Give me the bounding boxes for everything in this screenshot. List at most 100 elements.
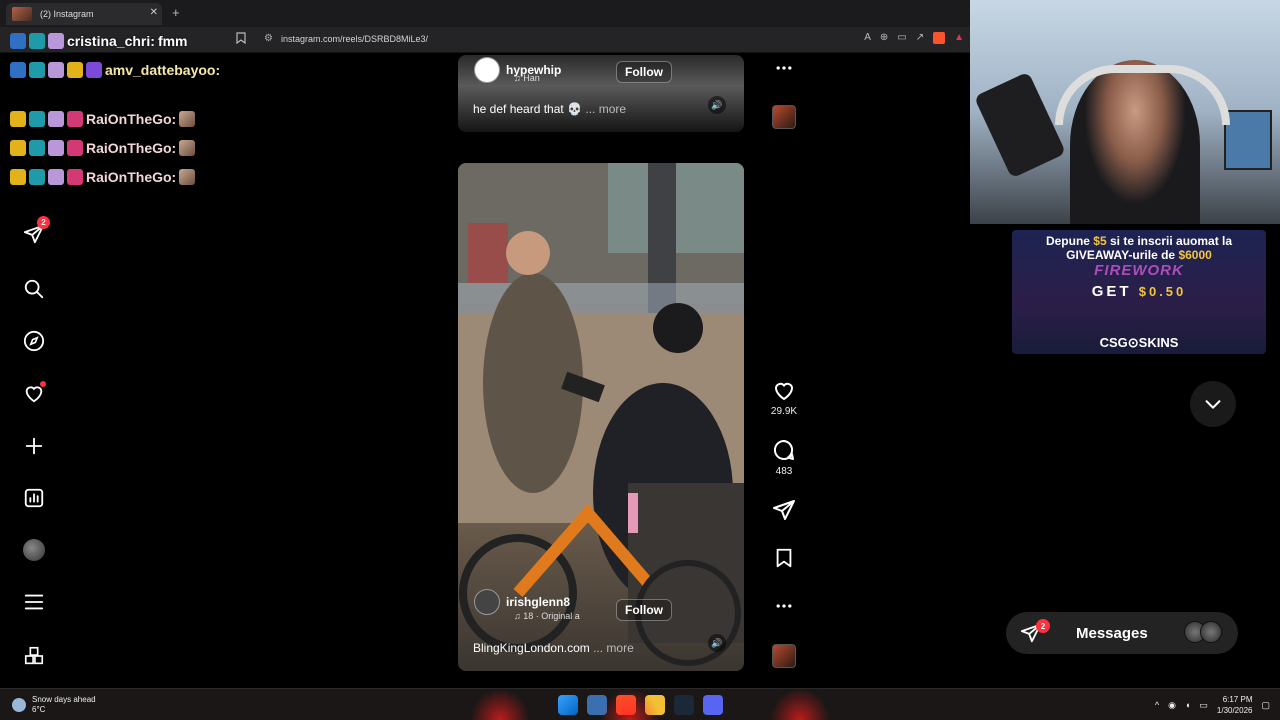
audio-info[interactable]: ♫ 18 · Original a <box>514 611 580 621</box>
ad-amount: $6000 <box>1178 248 1212 262</box>
crown-badge-icon <box>10 111 26 127</box>
chevron-down-icon <box>1205 400 1221 409</box>
notification-dot <box>40 381 46 387</box>
caption-more-link[interactable]: ... more <box>585 102 626 116</box>
display-icon[interactable]: ▭ <box>1199 700 1208 711</box>
mute-icon[interactable]: 🔊 <box>708 96 726 114</box>
like-action[interactable]: 29.9K <box>770 378 798 417</box>
chat-message: amv_dattebayoo: <box>10 59 223 81</box>
more-menu-nav[interactable] <box>18 586 50 618</box>
bookmark-icon[interactable] <box>236 32 246 47</box>
create-nav[interactable] <box>18 430 50 462</box>
chat-message: RaiOnTheGo: <box>10 137 223 159</box>
weather-title: Snow days ahead <box>32 695 96 704</box>
clock-date: 1/30/2026 <box>1216 706 1253 715</box>
microphone <box>973 71 1067 179</box>
volume-icon[interactable]: ◖ <box>1185 700 1190 710</box>
site-settings-icon[interactable]: ⚙ <box>264 33 273 44</box>
chat-message: cristina_chri: fmm <box>10 30 223 52</box>
badge-icon <box>86 62 102 78</box>
follow-button[interactable]: Follow <box>616 61 672 83</box>
chat-text: fmm <box>157 33 188 49</box>
gift-badge-icon <box>48 169 64 185</box>
search-nav[interactable] <box>18 273 50 305</box>
sponsor-banner: Depune $5 si te inscrii auomat la GIVEAW… <box>1012 230 1266 354</box>
ad-brand: CSG⊙SKINS <box>1099 335 1179 350</box>
rewards-icon[interactable]: ▲ <box>954 32 964 44</box>
steam-icon[interactable] <box>674 695 694 715</box>
crown-badge-icon <box>10 140 26 156</box>
emote-icon <box>179 169 196 185</box>
chat-message: RaiOnTheGo: <box>10 108 223 130</box>
brave-shield-icon[interactable] <box>933 32 946 44</box>
zoom-icon[interactable]: ⊕ <box>880 32 888 44</box>
more-icon <box>776 66 792 70</box>
discord-icon[interactable] <box>703 695 723 715</box>
ad-text: Depune <box>1045 234 1094 248</box>
share-icon[interactable]: ↗ <box>916 32 924 44</box>
audio-thumbnail-top[interactable] <box>770 105 798 129</box>
badge-icon <box>48 62 64 78</box>
direct-messages-nav[interactable]: 2 <box>18 216 50 250</box>
notification-icon[interactable]: ▢ <box>1261 700 1270 711</box>
share-icon <box>773 500 795 520</box>
clock-time: 6:17 PM <box>1222 695 1253 704</box>
toolbar-icons: A ⊕ ▭ ↗ ▲ <box>864 32 964 44</box>
audio-info[interactable]: ♫ Han <box>514 73 540 83</box>
author-avatar <box>474 57 500 83</box>
comment-icon <box>773 439 794 460</box>
ad-line-2: GIVEAWAY-urile de $6000 <box>1012 248 1266 262</box>
start-icon[interactable] <box>558 695 578 715</box>
more-options-top[interactable] <box>770 58 798 78</box>
notifications-nav[interactable] <box>18 377 50 409</box>
profile-nav[interactable] <box>18 534 50 566</box>
ad-get-amount: $0.50 <box>1138 284 1187 299</box>
reel-previous[interactable]: hypewhip ♫ Han Follow he def heard that … <box>458 55 744 132</box>
badge-icon <box>67 140 83 156</box>
network-icon[interactable]: ◉ <box>1168 700 1176 711</box>
comment-action[interactable]: 483 <box>770 438 798 477</box>
mute-icon[interactable]: 🔊 <box>708 634 726 652</box>
audio-thumbnail-current[interactable] <box>770 644 798 668</box>
next-reel-button[interactable] <box>1190 381 1236 427</box>
share-action[interactable] <box>770 498 798 522</box>
headphones <box>1055 65 1230 125</box>
emote-icon <box>179 140 196 156</box>
reel-caption: he def heard that 💀 ... more <box>473 102 626 116</box>
weather-widget[interactable]: Snow days ahead 6°C <box>12 695 96 715</box>
translate-icon[interactable]: A <box>864 32 871 44</box>
reel-current[interactable]: irishglenn8 ♫ 18 · Original a Follow Bli… <box>458 163 744 671</box>
rgb-glow <box>600 688 660 720</box>
search-icon <box>24 279 44 299</box>
more-icon <box>776 604 792 608</box>
badge-icon <box>67 111 83 127</box>
apps-nav[interactable] <box>18 640 50 672</box>
caption-more-link[interactable]: ... more <box>593 641 634 655</box>
insights-nav[interactable] <box>18 482 50 514</box>
ad-text: si te inscrii auomat la <box>1106 234 1233 248</box>
badge-icon <box>10 62 26 78</box>
tray-chevron-icon[interactable]: ^ <box>1155 700 1159 710</box>
follow-button[interactable]: Follow <box>616 599 672 621</box>
messages-button[interactable]: 2 Messages <box>1006 612 1238 654</box>
ad-offer: GET $0.50 <box>1012 283 1266 300</box>
tab-close-icon[interactable]: ✕ <box>150 7 158 18</box>
new-tab-button[interactable]: + <box>172 5 180 20</box>
crown-badge-icon <box>10 169 26 185</box>
ad-line-1: Depune $5 si te inscrii auomat la <box>1012 234 1266 248</box>
author-username[interactable]: irishglenn8 <box>506 595 570 609</box>
more-options[interactable] <box>770 596 798 616</box>
cast-icon[interactable]: ▭ <box>897 32 906 44</box>
clock[interactable]: 6:17 PM 1/30/2026 <box>1217 694 1253 716</box>
messages-label: Messages <box>1076 624 1148 642</box>
chat-message: RaiOnTheGo: <box>10 166 223 188</box>
explore-nav[interactable] <box>18 325 50 357</box>
save-action[interactable] <box>770 547 798 569</box>
url-text[interactable]: instagram.com/reels/DSRBD8MiLe3/ <box>281 34 428 44</box>
url-field[interactable]: ⚙ instagram.com/reels/DSRBD8MiLe3/ <box>264 33 428 44</box>
messages-badge: 2 <box>1036 619 1050 633</box>
profile-avatar <box>23 539 45 561</box>
apps-icon <box>24 646 44 665</box>
browser-tab-instagram[interactable]: (2) Instagram ✕ <box>6 3 162 25</box>
reel-caption: BlingKingLondon.com ... more <box>473 641 634 655</box>
